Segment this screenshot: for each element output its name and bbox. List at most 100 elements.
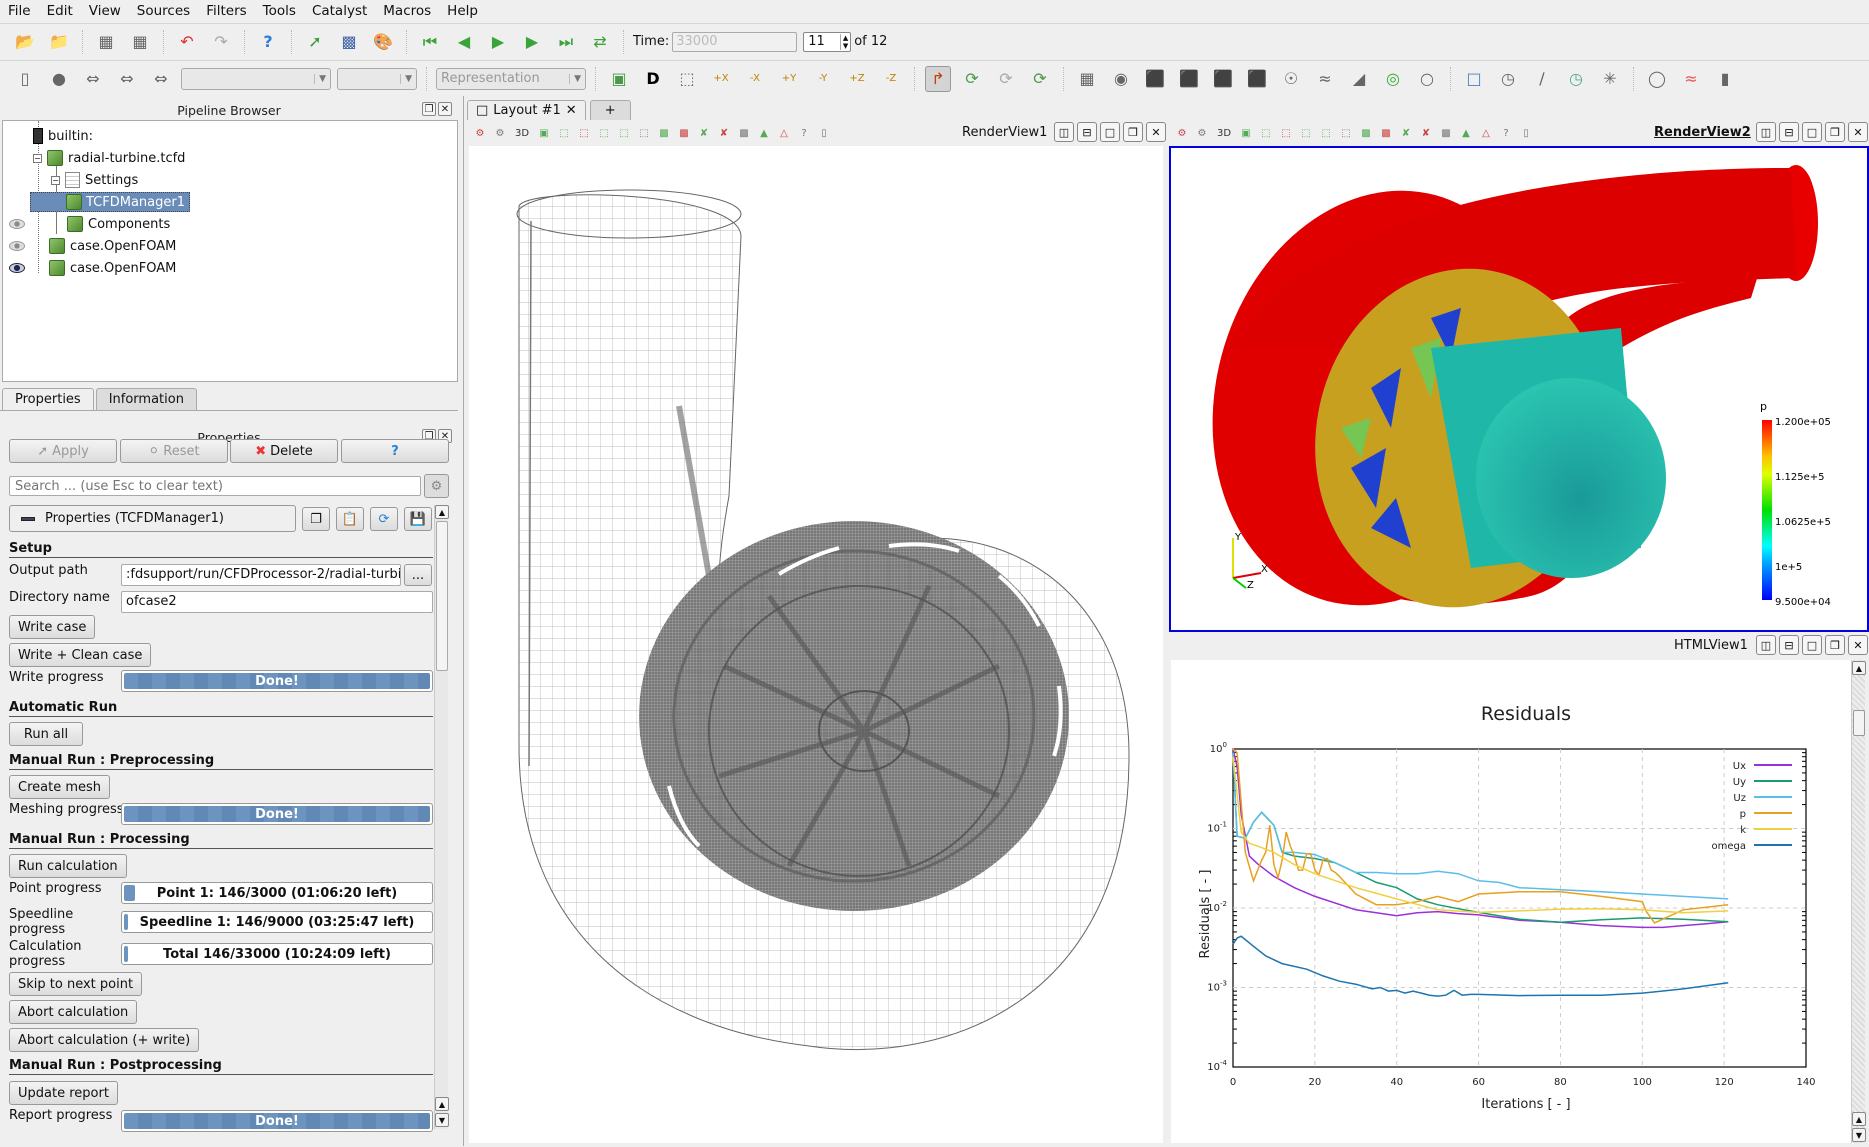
split-horizontal-icon[interactable]: ◫ <box>1054 122 1074 142</box>
find-data-icon[interactable]: □ <box>1461 66 1487 92</box>
properties-group-header[interactable]: Properties (TCFDManager1) <box>9 505 296 532</box>
float-icon[interactable]: ❐ <box>1123 122 1143 142</box>
camera-plus-z-icon[interactable]: +Z <box>844 66 870 92</box>
plot-over-line-icon[interactable]: ∕ <box>1529 66 1555 92</box>
run-calculation-button[interactable]: Run calculation <box>9 854 127 878</box>
output-path-field[interactable]: :fdsupport/run/CFDProcessor-2/radial-tur… <box>121 564 401 586</box>
run-all-button[interactable]: Run all <box>9 722 83 746</box>
menu-macros[interactable]: Macros <box>383 3 431 19</box>
save-defaults-button[interactable]: 💾 <box>404 507 432 531</box>
update-report-button[interactable]: Update report <box>9 1081 118 1105</box>
scroll-up-icon[interactable]: ▲ <box>435 1097 449 1111</box>
scroll-up-icon[interactable]: ▲ <box>435 505 449 519</box>
loop-icon[interactable]: ⇄ <box>587 29 613 55</box>
scroll-up-icon[interactable]: ▲ <box>1852 661 1866 675</box>
write-clean-case-button[interactable]: Write + Clean case <box>9 643 152 667</box>
clear-selection-icon[interactable]: ▯ <box>1519 128 1533 139</box>
hover-points-icon[interactable]: ▩ <box>1439 128 1453 139</box>
close-view-icon[interactable]: ✕ <box>1146 122 1166 142</box>
time-input[interactable] <box>672 31 798 52</box>
select-color-icon[interactable]: ▩ <box>336 29 362 55</box>
menu-filters[interactable]: Filters <box>206 3 246 19</box>
camera-plus-x-icon[interactable]: +X <box>708 66 734 92</box>
scroll-thumb[interactable] <box>1853 710 1865 736</box>
connect-icon[interactable]: ▦ <box>93 29 119 55</box>
help-button[interactable]: ? <box>341 439 449 463</box>
menu-tools[interactable]: Tools <box>263 3 296 19</box>
scroll-down-icon[interactable]: ▼ <box>435 1113 449 1127</box>
reset-center-icon[interactable]: ⟳ <box>993 66 1019 92</box>
interactive-select-cells-icon[interactable]: ✘ <box>1399 128 1413 139</box>
camera-plus-y-icon[interactable]: +Y <box>776 66 802 92</box>
save-screenshot-icon[interactable]: ➚ <box>302 29 328 55</box>
plot-over-time-icon[interactable]: ◷ <box>1495 66 1521 92</box>
pipeline-item-tcfdmanager1[interactable]: TCFDManager1 <box>30 192 190 212</box>
camera-minus-z-icon[interactable]: -Z <box>878 66 904 92</box>
interactive-select-points-icon[interactable]: ✘ <box>717 128 731 139</box>
spin-arrows-icon[interactable]: ▲ ▼ <box>839 33 850 50</box>
group-datasets-icon[interactable]: ◎ <box>1380 66 1406 92</box>
show-orientation-axes-icon[interactable]: ↱ <box>925 65 951 92</box>
select-cells-on-icon[interactable]: ⬚ <box>557 128 571 139</box>
reset-button[interactable]: ⚪ Reset <box>120 439 228 463</box>
delete-button[interactable]: ✖ Delete <box>230 439 338 463</box>
rescale-temporal-icon[interactable]: ⇔ <box>148 66 174 92</box>
hover-cells-icon[interactable]: ▲ <box>757 128 771 139</box>
menu-view[interactable]: View <box>89 3 121 19</box>
representation-select[interactable]: Representation ▼ <box>436 67 586 90</box>
undo-icon[interactable]: ↶ <box>174 29 200 55</box>
glyph-icon[interactable]: ☉ <box>1278 66 1304 92</box>
visibility-eye-icon[interactable] <box>9 263 25 273</box>
collapse-icon[interactable]: − <box>33 153 42 163</box>
interaction-mode-icon[interactable]: ⚙ <box>1175 128 1189 139</box>
clip-icon[interactable]: ⬛ <box>1142 66 1168 92</box>
htmlview-scrollbar[interactable]: ▲ ▲ ▼ <box>1851 660 1866 1143</box>
select-polygon-points-icon[interactable]: ▩ <box>657 128 671 139</box>
add-layout-tab[interactable]: + <box>589 100 631 120</box>
menu-sources[interactable]: Sources <box>137 3 190 19</box>
select-cells-frustum-icon[interactable]: ⬚ <box>1299 128 1313 139</box>
interactive-select-points-icon[interactable]: ✘ <box>1419 128 1433 139</box>
reset-camera-closest-icon[interactable]: D <box>640 66 666 92</box>
close-view-icon[interactable]: ✕ <box>1848 635 1868 655</box>
toggle-3d-button[interactable]: 3D <box>1215 128 1233 139</box>
extract-subset-icon[interactable]: ⬛ <box>1244 66 1270 92</box>
timestep-spinbox[interactable]: 11 ▲ ▼ <box>803 31 852 52</box>
scroll-down-icon[interactable]: ▼ <box>1852 1128 1866 1142</box>
capture-icon[interactable]: ▣ <box>537 128 551 139</box>
tab-properties[interactable]: Properties <box>2 388 94 410</box>
contour-icon[interactable]: ◉ <box>1108 66 1134 92</box>
volume-icon[interactable]: ◯ <box>1644 66 1670 92</box>
advanced-settings-gear-icon[interactable]: ⚙ <box>424 474 449 498</box>
probe-icon[interactable]: ✳ <box>1597 66 1623 92</box>
select-cells-frustum-icon[interactable]: ⬚ <box>597 128 611 139</box>
select-points-on-icon[interactable]: ⬚ <box>1279 128 1293 139</box>
copy-properties-button[interactable]: ❐ <box>302 507 330 531</box>
restore-defaults-button[interactable]: ⟳ <box>370 507 398 531</box>
pipeline-item-components[interactable]: Components <box>67 214 170 234</box>
float-icon[interactable]: ❐ <box>1825 635 1845 655</box>
split-horizontal-icon[interactable]: ◫ <box>1756 635 1776 655</box>
split-horizontal-icon[interactable]: ◫ <box>1756 122 1776 142</box>
split-vertical-icon[interactable]: ⊟ <box>1779 122 1799 142</box>
tab-information[interactable]: Information <box>95 388 197 410</box>
play-icon[interactable]: ▶ <box>485 29 511 55</box>
skip-next-point-button[interactable]: Skip to next point <box>9 972 143 996</box>
rescale-custom-icon[interactable]: ⇔ <box>114 66 140 92</box>
float-icon[interactable]: ❐ <box>1825 122 1845 142</box>
show-center-icon[interactable]: ⟳ <box>959 66 985 92</box>
menu-file[interactable]: File <box>8 3 31 19</box>
select-points-frustum-icon[interactable]: ⬚ <box>617 128 631 139</box>
maximize-icon[interactable]: □ <box>1802 122 1822 142</box>
last-frame-icon[interactable]: ⏭ <box>553 29 579 55</box>
properties-scrollbar[interactable]: ▲ ▲ ▼ <box>434 505 449 1129</box>
maximize-icon[interactable]: □ <box>1802 635 1822 655</box>
close-view-icon[interactable]: ✕ <box>1848 122 1868 142</box>
histogram-icon[interactable]: ▮ <box>1712 66 1738 92</box>
select-cells-on-icon[interactable]: ⬚ <box>1259 128 1273 139</box>
apply-button[interactable]: ➚ Apply <box>9 439 117 463</box>
clear-selection-icon[interactable]: ▯ <box>817 128 831 139</box>
split-vertical-icon[interactable]: ⊟ <box>1779 635 1799 655</box>
link-camera-icon[interactable]: ⚙ <box>1195 128 1209 139</box>
pipeline-item-builtin[interactable]: builtin: <box>33 126 93 146</box>
